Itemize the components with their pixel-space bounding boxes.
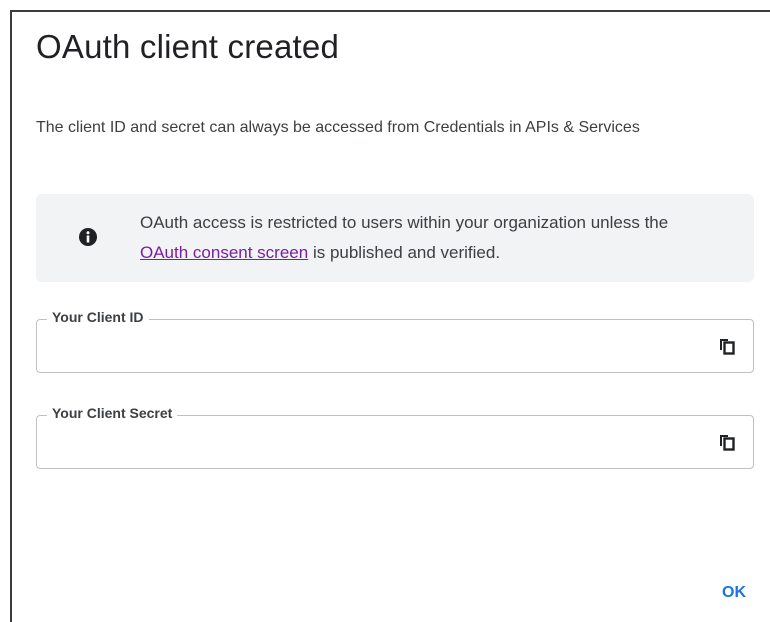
- info-banner-text-after: is published and verified.: [308, 243, 501, 262]
- client-secret-field[interactable]: Your Client Secret: [36, 405, 754, 469]
- info-banner: OAuth access is restricted to users with…: [36, 194, 754, 282]
- copy-icon[interactable]: [717, 432, 737, 452]
- info-icon: [79, 228, 97, 246]
- dialog-title: OAuth client created: [36, 28, 339, 65]
- ok-button[interactable]: OK: [716, 580, 752, 606]
- oauth-consent-screen-link[interactable]: OAuth consent screen: [140, 243, 308, 262]
- copy-icon[interactable]: [717, 336, 737, 356]
- dialog-description: The client ID and secret can always be a…: [36, 119, 640, 136]
- client-id-label: Your Client ID: [47, 309, 149, 325]
- info-banner-message: OAuth access is restricted to users with…: [140, 208, 720, 268]
- oauth-client-created-dialog: OAuth client created The client ID and s…: [10, 10, 770, 622]
- info-banner-text-before: OAuth access is restricted to users with…: [140, 213, 669, 232]
- client-secret-label: Your Client Secret: [47, 405, 178, 421]
- client-id-field[interactable]: Your Client ID: [36, 309, 754, 373]
